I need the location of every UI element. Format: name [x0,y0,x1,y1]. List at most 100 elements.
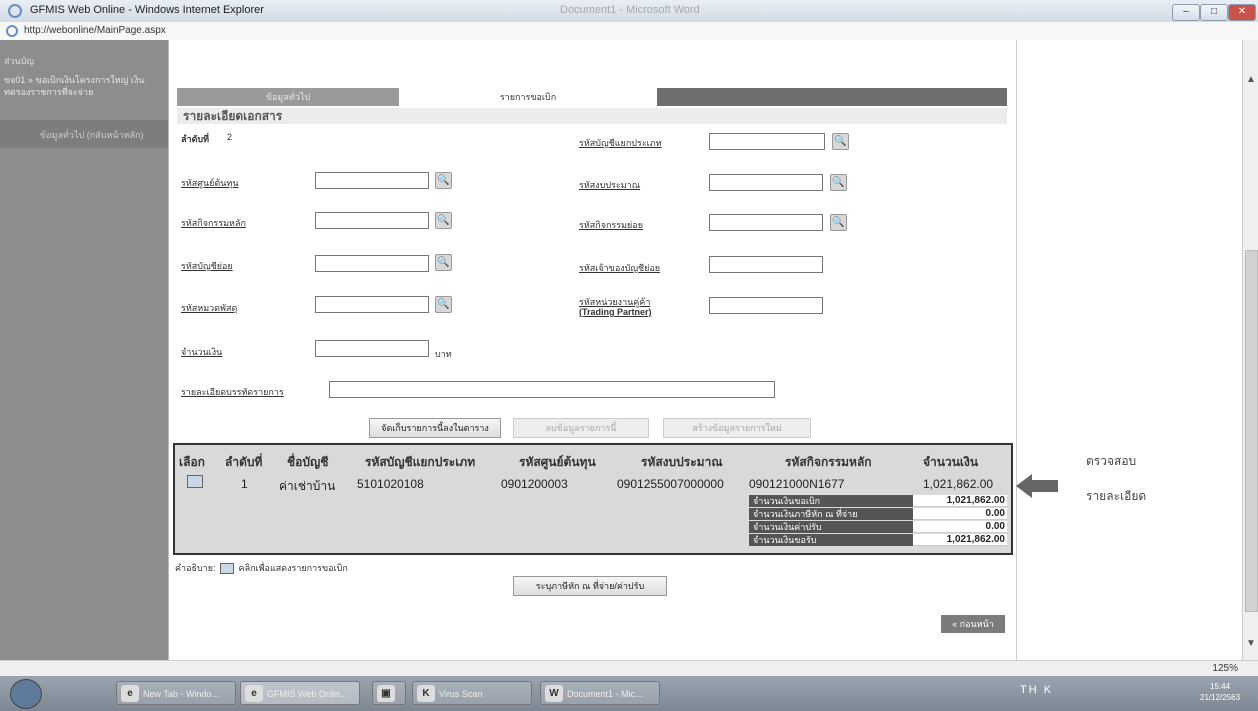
row-budget: 0901255007000000 [617,477,724,491]
maximize-button[interactable]: □ [1200,4,1228,21]
clear-item-button: ลบข้อมูลรายการนี้ [513,418,649,438]
legend-prefix: คำอธิบาย: [175,563,216,573]
legend-folder-icon [220,563,235,575]
scroll-down-icon[interactable]: ▼ [1246,638,1256,649]
taskbar-item-word[interactable]: W Document1 - Mic... [540,681,660,705]
summary-fine-value: 0.00 [913,521,1007,533]
taskbar-item-gfmis[interactable]: e GFMIS Web Onlin... [240,681,360,705]
items-table: เลือก ลำดับที่ ชื่อบัญชี รหัสบัญชีแยกประ… [173,443,1013,555]
row-amount: 1,021,862.00 [923,477,994,491]
zoom-level[interactable]: 125% [1212,663,1238,674]
col-select: เลือก [179,455,205,469]
description-label[interactable]: รายละเอียดบรรทัดรายการ [181,385,284,399]
page-icon [6,25,18,37]
trading-partner-en-label[interactable]: (Trading Partner) [579,307,652,317]
material-group-input[interactable] [315,296,429,313]
minimize-button[interactable]: – [1172,4,1200,21]
material-group-search-icon[interactable]: 🔍 [435,296,452,313]
subaccount-owner-input[interactable] [709,256,823,273]
col-amount: จำนวนเงิน [923,455,979,469]
faded-title: Document1 - Microsoft Word [560,4,700,16]
seq-label: ลำดับที่ [181,134,210,144]
row-gl: 5101020108 [357,477,424,491]
budget-search-icon[interactable]: 🔍 [830,174,847,191]
annotation-line1: ตรวจสอบ [1086,454,1137,468]
amount-unit: บาท [435,349,452,359]
cost-center-search-icon[interactable]: 🔍 [435,172,452,189]
scroll-thumb[interactable] [1245,250,1258,612]
clock-time: 15:44 [1210,682,1231,691]
row-cost-center: 0901200003 [501,477,568,491]
tab-bar: ข้อมูลทั่วไป รายการขอเบิก [177,88,1007,106]
clock-date: 21/12/2563 [1200,693,1241,702]
subaccount-search-icon[interactable]: 🔍 [435,254,452,271]
summary-withholding-value: 0.00 [913,508,1007,520]
ie-icon [8,4,22,18]
taskbar-item-newtab[interactable]: e New Tab - Windo... [116,681,236,705]
main-content: ข้อมูลทั่วไป รายการขอเบิก รายละเอียดเอกส… [168,40,1017,660]
subaccount-owner-label[interactable]: รหัสเจ้าของบัญชีย่อย [579,261,660,275]
scroll-up-icon[interactable]: ▲ [1246,74,1256,85]
annotation-line2: รายละเอียด [1086,489,1147,503]
sidebar: ส่วนบัญ ขจ01 » ขอเบิกเงินโครงการใหญ่ เงิ… [0,40,168,660]
word-icon: W [545,685,563,702]
subaccount-label[interactable]: รหัสบัญชีย่อย [181,259,233,273]
main-activity-input[interactable] [315,212,429,229]
cost-center-input[interactable] [315,172,429,189]
sub-activity-search-icon[interactable]: 🔍 [830,214,847,231]
legend-text: คลิกเพื่อแสดงรายการขอเบิก [238,563,348,573]
gl-label[interactable]: รหัสบัญชีแยกประเภท [579,136,662,150]
summary-receive-value: 1,021,862.00 [913,534,1007,546]
window-title: GFMIS Web Online - Windows Internet Expl… [30,4,264,16]
summary-withholding-label: จำนวนเงินภาษีหัก ณ ที่จ่าย [749,508,913,520]
amount-input[interactable] [315,340,429,357]
clock[interactable]: 15:44 21/12/2563 [1200,681,1240,703]
material-group-label[interactable]: รหัสหมวดพัสดุ [181,301,237,315]
right-pane [1016,40,1243,660]
col-cost-center: รหัสศูนย์ต้นทุน [519,455,596,469]
taskbar-item-folder[interactable]: ▣ [372,681,406,705]
amount-label[interactable]: จำนวนเงิน [181,345,222,359]
tab-general[interactable]: ข้อมูลทั่วไป [177,88,399,106]
gl-search-icon[interactable]: 🔍 [832,133,849,150]
folder-icon[interactable] [187,475,203,488]
summary-fine-label: จำนวนเงินค่าปรับ [749,521,913,533]
col-budget: รหัสงบประมาณ [641,455,723,469]
main-activity-label[interactable]: รหัสกิจกรรมหลัก [181,216,246,230]
row-seq: 1 [241,477,248,491]
budget-label[interactable]: รหัสงบประมาณ [579,178,640,192]
start-button-icon[interactable] [10,679,42,709]
summary-receive-label: จำนวนเงินขอรับ [749,534,913,546]
address-bar[interactable]: http://webonline/MainPage.aspx [0,22,1258,41]
new-item-button: สร้างข้อมูลรายการใหม่ [663,418,811,438]
sub-activity-label[interactable]: รหัสกิจกรรมย่อย [579,218,643,232]
system-tray[interactable]: TH K [1020,684,1053,696]
summary-request-label: จำนวนเงินขอเบิก [749,495,913,507]
budget-input[interactable] [709,174,823,191]
subaccount-input[interactable] [315,255,429,272]
description-input[interactable] [329,381,775,398]
col-seq: ลำดับที่ [225,455,263,469]
antivirus-icon: K [417,685,435,702]
arrow-shaft [1024,480,1058,492]
sidebar-sub-link[interactable]: ข้อมูลทั่วไป (กลับหน้าหลัก) [40,128,143,142]
cost-center-label[interactable]: รหัสศูนย์ต้นทุน [181,176,238,190]
taskbar: e New Tab - Windo... e GFMIS Web Onlin... … [0,676,1258,711]
save-to-table-button[interactable]: จัดเก็บรายการนี้ลงในตาราง [369,418,501,438]
close-button[interactable]: ✕ [1228,4,1256,21]
trading-partner-input[interactable] [709,297,823,314]
window-titlebar: GFMIS Web Online - Windows Internet Expl… [0,0,1258,23]
main-activity-search-icon[interactable]: 🔍 [435,212,452,229]
taskbar-item-virus-scan[interactable]: K Virus Scan [412,681,532,705]
back-button[interactable]: « ก่อนหน้า [941,615,1005,633]
gl-input[interactable] [709,133,825,150]
url-text[interactable]: http://webonline/MainPage.aspx [24,25,166,36]
col-main-activity: รหัสกิจกรรมหลัก [785,455,872,469]
tab-request-items[interactable]: รายการขอเบิก [399,88,657,106]
ie-taskbar-icon: e [121,685,139,702]
withholding-button[interactable]: ระบุภาษีหัก ณ ที่จ่าย/ค่าปรับ [513,576,667,596]
vertical-scrollbar[interactable]: ▲ ▼ [1242,40,1258,660]
row-account-name: ค่าเช่าบ้าน [279,479,336,493]
sidebar-menu-item[interactable]: ขจ01 » ขอเบิกเงินโครงการใหญ่ เงินทดรองรา… [4,74,164,98]
sub-activity-input[interactable] [709,214,823,231]
